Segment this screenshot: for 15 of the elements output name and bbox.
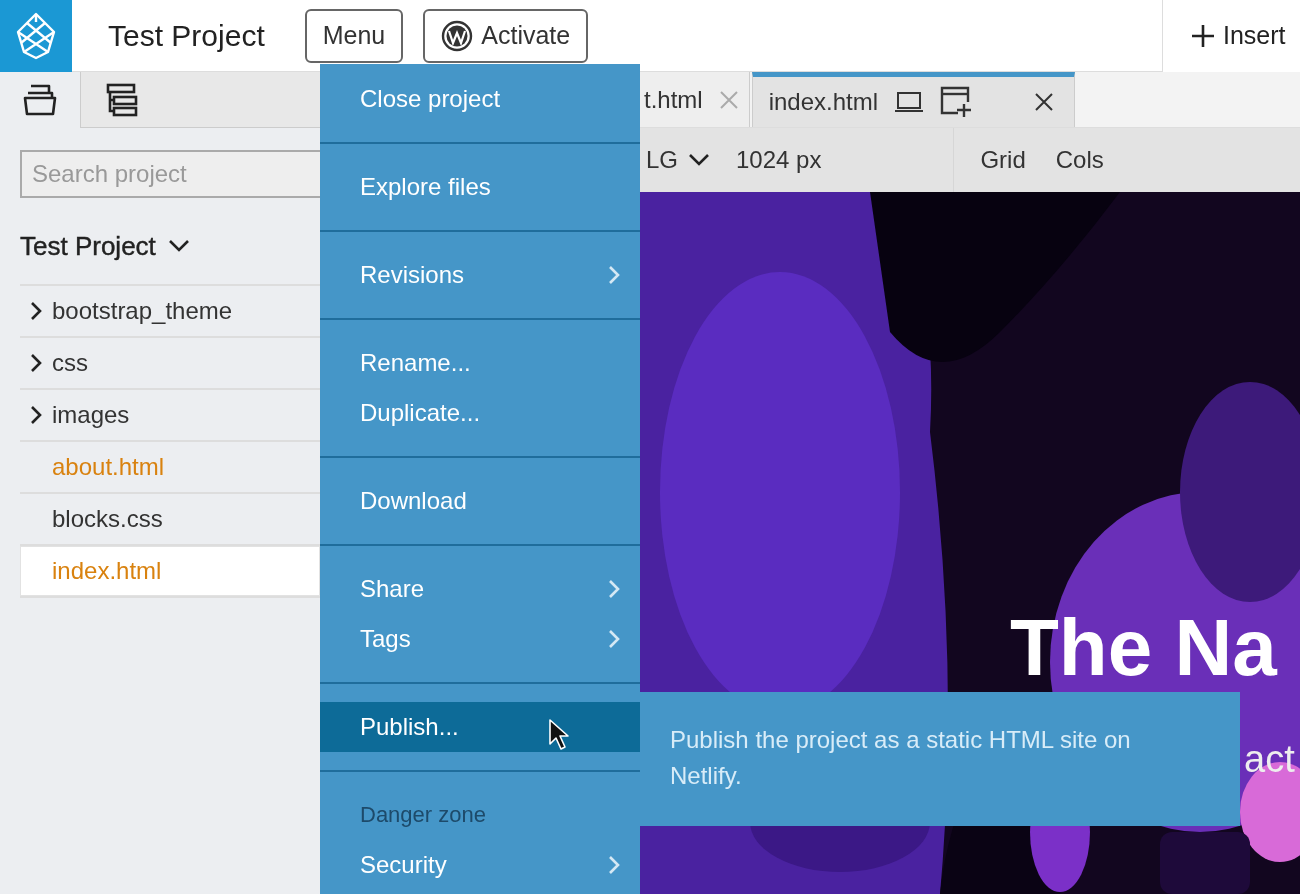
width-readout: 1024 px [736, 146, 822, 174]
project-dropdown[interactable]: Test Project [20, 228, 190, 264]
toolbar-button[interactable]: Grid [968, 146, 1038, 174]
search-field[interactable]: Search project [20, 150, 320, 198]
editor-tab[interactable]: t.html [640, 72, 750, 127]
breakpoint-dropdown[interactable]: LG [640, 146, 714, 174]
activate-button[interactable]: Activate [423, 8, 589, 63]
insert-button[interactable]: Insert [1162, 0, 1300, 72]
project-title: Test Project [108, 18, 265, 53]
toolbar-button[interactable]: Cols [1043, 146, 1116, 174]
menu-item[interactable]: Publish... [320, 702, 640, 752]
menu-button[interactable]: Menu [304, 8, 404, 63]
tooltip: Publish the project as a static HTML site on Netlify. [640, 692, 1240, 826]
menu-section-header: Danger zone [359, 801, 487, 829]
editor-tab[interactable]: index.html [751, 72, 1076, 127]
